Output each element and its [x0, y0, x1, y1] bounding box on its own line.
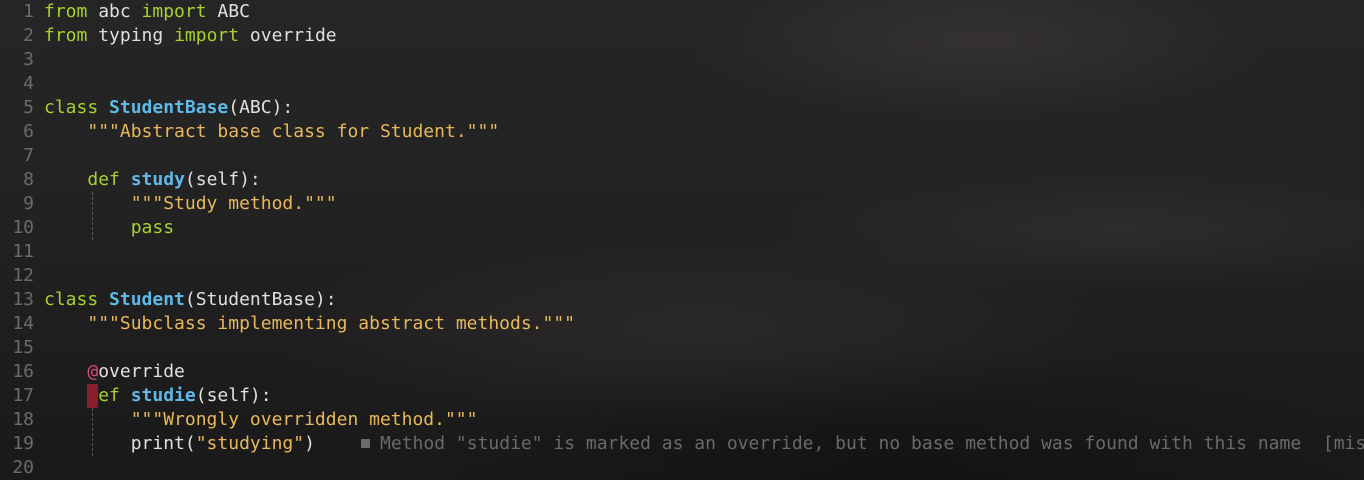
code-line[interactable]: 14 """Subclass implementing abstract met… — [0, 312, 1364, 336]
code-token: (StudentBase): — [184, 289, 337, 310]
code-line[interactable]: 4 — [0, 72, 1364, 96]
inline-diagnostic[interactable]: Method "studie" is marked as an override… — [296, 408, 1364, 480]
code-line[interactable]: 17 def studie(self): — [0, 384, 1364, 408]
code-line[interactable]: 2 from typing import override — [0, 24, 1364, 48]
code-line[interactable]: 9 """Study method.""" — [0, 192, 1364, 216]
indent-guide — [92, 192, 93, 240]
line-number: 4 — [23, 73, 34, 94]
indent-guide — [92, 408, 93, 456]
line-number: 15 — [12, 337, 34, 358]
line-number: 8 — [23, 169, 34, 190]
code-token: study — [130, 169, 185, 190]
line-number: 2 — [23, 25, 34, 46]
code-token: class — [44, 97, 99, 118]
code-token: (self): — [184, 169, 261, 190]
code-line[interactable]: 13 class Student(StudentBase): — [0, 288, 1364, 312]
code-line[interactable]: 12 — [0, 264, 1364, 288]
code-token: ABC — [206, 1, 250, 22]
line-number: 17 — [12, 385, 34, 406]
code-line[interactable]: 8 def study(self): — [0, 168, 1364, 192]
line-number: 5 — [23, 97, 34, 118]
code-token: override — [239, 25, 337, 46]
code-token: pass — [130, 217, 175, 238]
code-line[interactable]: 3 — [0, 48, 1364, 72]
line-code: pass — [44, 216, 174, 240]
code-token: Student — [109, 289, 185, 310]
code-token: @ — [87, 361, 99, 382]
code-token: """Subclass implementing abstract method… — [87, 313, 576, 334]
line-number: 3 — [23, 49, 34, 70]
code-token: class — [44, 289, 99, 310]
code-line[interactable]: 7 — [0, 144, 1364, 168]
line-code: class StudentBase(ABC): — [44, 96, 293, 120]
code-line[interactable]: 10 pass — [0, 216, 1364, 240]
square-bullet-icon — [361, 439, 371, 448]
line-number: 1 — [23, 1, 34, 22]
code-token: """Abstract base class for Student.""" — [87, 121, 500, 142]
diagnostic-spacer — [1301, 433, 1323, 454]
code-token: def — [87, 169, 120, 190]
line-number: 6 — [23, 121, 34, 142]
line-number: 16 — [12, 361, 34, 382]
code-token: "studying" — [195, 433, 305, 454]
line-code: from typing import override — [44, 24, 337, 48]
line-number: 9 — [23, 193, 34, 214]
line-code: """Subclass implementing abstract method… — [44, 312, 575, 336]
line-code: def studie(self): — [44, 384, 272, 408]
code-token: from — [44, 1, 88, 22]
line-code: print("studying") — [44, 432, 315, 456]
line-code: """Abstract base class for Student.""" — [44, 120, 499, 144]
code-line[interactable]: 5 class StudentBase(ABC): — [0, 96, 1364, 120]
line-number: 7 — [23, 145, 34, 166]
line-code: from abc import ABC — [44, 0, 250, 24]
code-token: studie — [130, 385, 196, 406]
line-code: """Study method.""" — [44, 192, 337, 216]
code-token: print( — [44, 433, 196, 454]
line-number: 12 — [12, 265, 34, 286]
line-code: @override — [44, 360, 185, 384]
line-number: 20 — [12, 457, 34, 478]
diagnostic-tag: [misc] — [1322, 433, 1364, 454]
code-token: import — [141, 1, 207, 22]
code-token: abc — [87, 1, 142, 22]
code-line[interactable]: 6 """Abstract base class for Student.""" — [0, 120, 1364, 144]
code-token: (self): — [195, 385, 272, 406]
code-token: typing — [87, 25, 175, 46]
error-marker — [87, 384, 98, 408]
code-token: StudentBase — [109, 97, 229, 118]
code-line[interactable]: 1 from abc import ABC — [0, 0, 1364, 24]
code-token: from — [44, 25, 88, 46]
code-line[interactable]: 11 — [0, 240, 1364, 264]
code-token: override — [98, 361, 185, 382]
diagnostic-message: Method "studie" is marked as an override… — [380, 433, 1302, 454]
line-number: 11 — [12, 241, 34, 262]
line-code: def study(self): — [44, 168, 261, 192]
line-number: 10 — [12, 217, 34, 238]
code-line[interactable]: 16 @override — [0, 360, 1364, 384]
code-editor[interactable]: 1 from abc import ABC 2 from typing import … — [0, 0, 1364, 480]
line-code: class Student(StudentBase): — [44, 288, 337, 312]
code-line[interactable]: 15 — [0, 336, 1364, 360]
code-token: (ABC): — [228, 97, 294, 118]
line-number: 13 — [12, 289, 34, 310]
code-token: """Study method.""" — [130, 193, 337, 214]
line-number: 14 — [12, 313, 34, 334]
code-token: import — [174, 25, 240, 46]
